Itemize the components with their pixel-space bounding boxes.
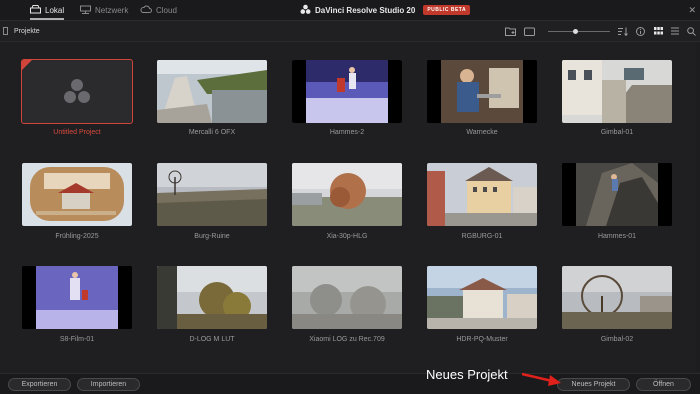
project-thumbnail-xiaomi-log[interactable] (292, 266, 402, 329)
close-icon[interactable]: ✕ (688, 5, 696, 16)
project-thumbnail-burg-ruine[interactable] (157, 163, 267, 226)
project-name[interactable]: S8-Film-01 (7, 336, 147, 343)
new-folder-icon[interactable] (505, 21, 516, 41)
tab-netzwerk[interactable]: Netzwerk (80, 0, 128, 20)
project-thumbnail-mercalli[interactable] (157, 60, 267, 123)
annotation-arrow-icon (521, 372, 561, 386)
public-beta-badge: PUBLIC BETA (423, 5, 471, 15)
open-button[interactable]: Öffnen (636, 378, 691, 391)
project-name[interactable]: D-LOG M LUT (142, 336, 282, 343)
export-button[interactable]: Exportieren (8, 378, 71, 391)
tab-lokal[interactable]: Lokal (30, 0, 65, 20)
project-thumbnail-d-log-m-lut[interactable] (157, 266, 267, 329)
grid-view-icon[interactable] (654, 21, 663, 41)
info-icon[interactable] (636, 21, 645, 41)
tab-cloud[interactable]: Cloud (140, 0, 177, 20)
cloud-icon (140, 5, 152, 15)
toolbar: Projekte (0, 21, 700, 42)
bottom-bar: Exportieren Importieren Neues Projekt Öf… (0, 373, 700, 394)
slider-knob[interactable] (573, 29, 579, 34)
breadcrumb-label: Projekte (14, 27, 40, 35)
project-name[interactable]: Gimbal-01 (547, 129, 687, 136)
davinci-logo-icon (300, 4, 311, 17)
project-thumbnail-xia-30p-hlg[interactable] (292, 163, 402, 226)
project-thumbnail-fruehling-2025[interactable] (22, 163, 132, 226)
project-thumbnail-s8-film-01[interactable] (22, 266, 132, 329)
breadcrumb: Projekte (14, 21, 40, 41)
project-name[interactable]: HDR-PQ-Muster (412, 336, 552, 343)
sort-icon[interactable] (617, 21, 628, 41)
project-thumbnail-warnecke[interactable] (427, 60, 537, 123)
tab-label: Cloud (156, 5, 177, 15)
thumbnail-size-slider[interactable] (548, 31, 610, 32)
project-thumbnail-untitled-project[interactable] (21, 59, 133, 124)
project-thumbnail-rgburg-01[interactable] (427, 163, 537, 226)
project-thumbnail-hammes-2[interactable] (292, 60, 402, 123)
project-thumbnail-hammes-01[interactable] (562, 163, 672, 226)
panel-toggle-icon[interactable] (3, 27, 8, 35)
top-bar: Lokal Netzwerk Cloud DaVinci Resolve Stu… (0, 0, 700, 21)
project-name[interactable]: Hammes-01 (547, 233, 687, 240)
project-name[interactable]: Mercalli 6 OFX (142, 129, 282, 136)
window-controls: ✕ (688, 0, 696, 20)
local-drive-icon (30, 4, 41, 16)
annotation-label: Neues Projekt (426, 367, 508, 382)
folder-icon[interactable] (524, 21, 535, 41)
project-thumbnail-hdr-pq-muster[interactable] (427, 266, 537, 329)
app-title: DaVinci Resolve Studio 20 PUBLIC BETA (300, 0, 471, 20)
project-name[interactable]: Burg-Ruine (142, 233, 282, 240)
project-name[interactable]: RGBURG-01 (412, 233, 552, 240)
project-name[interactable]: Frühling-2025 (7, 233, 147, 240)
network-icon (80, 5, 91, 16)
tab-label: Lokal (45, 5, 65, 15)
list-view-icon[interactable] (671, 21, 679, 41)
import-button[interactable]: Importieren (77, 378, 140, 391)
app-title-text: DaVinci Resolve Studio 20 (315, 5, 416, 15)
project-name[interactable]: Xia-30p-HLG (277, 233, 417, 240)
project-name[interactable]: Hammes-2 (277, 129, 417, 136)
vertical-scrollbar[interactable] (696, 42, 700, 372)
project-name[interactable]: Gimbal-02 (547, 336, 687, 343)
project-name[interactable]: Untitled Project (7, 129, 147, 136)
project-name[interactable]: Xiaomi LOG zu Rec.709 (277, 336, 417, 343)
project-thumbnail-gimbal-02[interactable] (562, 266, 672, 329)
project-thumbnail-gimbal-01[interactable] (562, 60, 672, 123)
project-name[interactable]: Warnecke (412, 129, 552, 136)
new-project-button[interactable]: Neues Projekt (557, 378, 630, 391)
search-icon[interactable] (687, 21, 696, 41)
tab-label: Netzwerk (95, 5, 129, 15)
